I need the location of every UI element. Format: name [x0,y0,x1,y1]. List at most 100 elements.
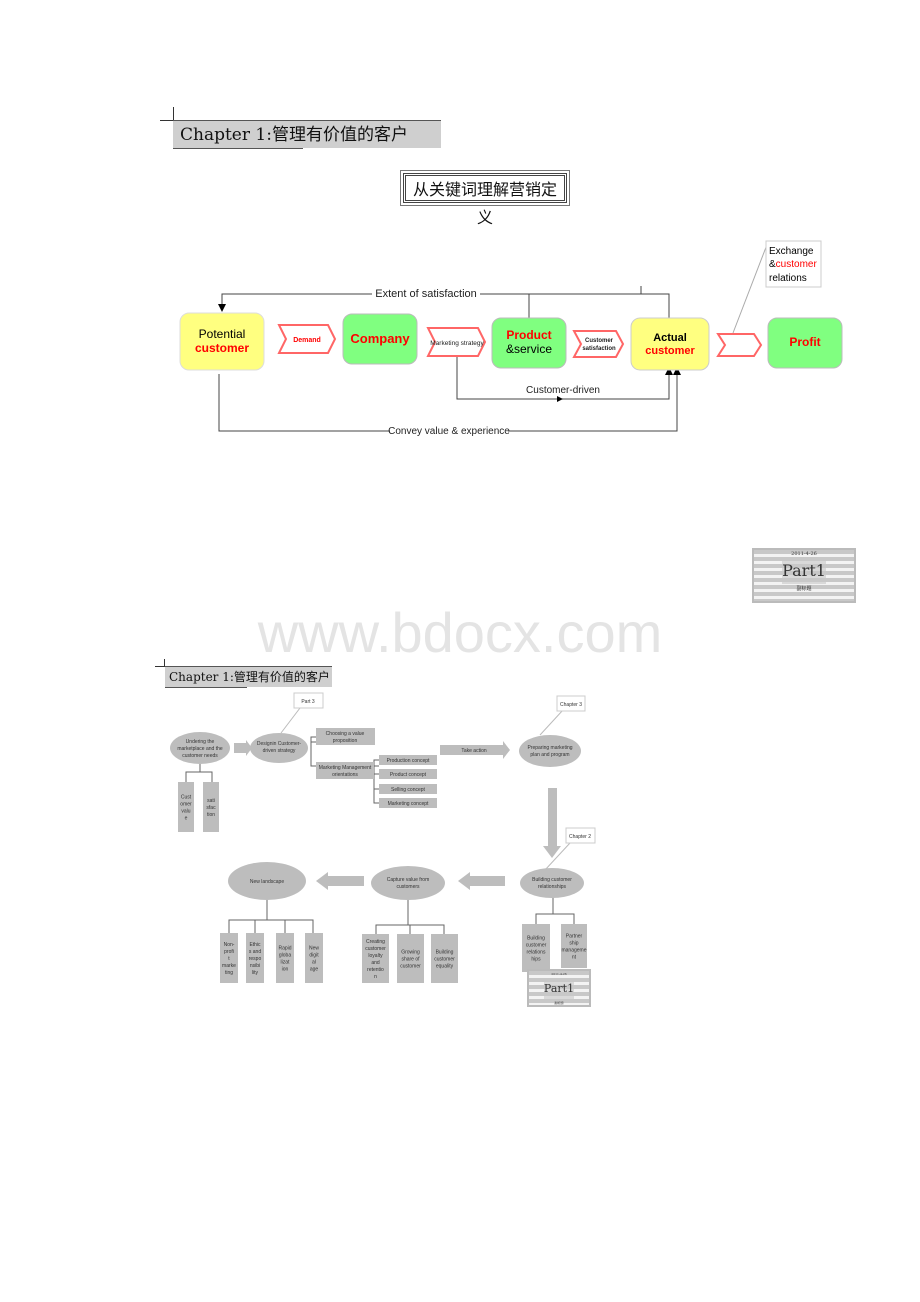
stamp-date: 2011-4-26 [551,972,567,976]
svg-text:marketplace and the: marketplace and the [177,746,223,752]
box-text: Building [436,950,454,956]
box-satisfaction: satisfaction [203,782,219,832]
svg-text:driven strategy: driven strategy [263,748,296,754]
box-growing-share: Growingshare ofcustomer [397,934,424,983]
svg-text:Take action: Take action [461,748,487,754]
box-text: share of [401,957,420,963]
box-text: relations [527,950,546,956]
box-text: al [312,960,316,966]
box-text: e [185,816,188,822]
box-text: hips [531,957,541,963]
svg-text:orientations: orientations [332,772,358,778]
box-production: Production concept [379,755,437,765]
box-text: Creating [366,939,385,945]
box-text: s and [249,949,261,955]
box-text: n [374,974,377,980]
svg-text:Capture value from: Capture value from [387,877,430,883]
node-designing: Designin Customer- driven strategy [250,733,308,763]
box-text: New [309,946,319,952]
box-building-equality: Buildingcustomerequality [431,934,458,983]
svg-text:Choosing a value: Choosing a value [326,731,365,737]
callout-chapter2: Chapter 2 [565,827,596,844]
box-partnership-management: Partnershipmanagement [561,924,587,968]
svg-text:customers: customers [396,884,420,890]
stamp-label: Part1 [543,979,575,999]
box-text: digit [309,953,319,959]
box-text: loyalty [368,953,383,959]
stamp-subtitle: 副标题 [554,1001,564,1005]
box-text: and [371,960,380,966]
box-text: age [310,967,319,973]
box-text: Building [527,936,545,942]
node-undering: Undering the marketplace and the custome… [170,732,230,764]
svg-text:customer needs: customer needs [182,753,218,759]
svg-text:relationships: relationships [538,884,567,890]
box-text: customer [434,957,455,963]
svg-text:Product concept: Product concept [390,772,427,778]
box-text: ship [569,941,578,947]
box-text: retentio [367,967,384,973]
svg-text:Undering the: Undering the [186,739,215,745]
box-text: Growing [401,950,420,956]
box-product: Product concept [379,769,437,779]
arrow-down [543,788,561,858]
box-text: Partner [566,934,583,940]
box-text: sfac [206,805,216,811]
box-selling: Selling concept [379,784,437,794]
box-text: nsibi [250,963,260,969]
box-marketing: Marketing concept [379,798,437,808]
svg-text:Production concept: Production concept [387,758,430,764]
box-text: manageme [561,948,586,954]
box-text: ting [225,970,233,976]
box-text: ion [282,967,289,973]
node-preparing: Preparing marketing plan and program [519,735,581,767]
box-choosing: Choosing a valueproposition [316,728,375,745]
node-capture-value: Capture value from customers [371,866,445,900]
arrow-left-1 [458,872,505,890]
box-text: lity [252,970,259,976]
svg-text:plan and program: plan and program [530,752,569,758]
box-ethics: Ethics andresponsibility [246,933,264,983]
box-text: customer [365,946,386,952]
box-rapid-globalisation: Rapidglobalization [276,933,294,983]
box-non-profit: Non-profitmarketing [220,933,238,983]
box-text: nt [572,955,577,961]
part-stamp-2: 2011-4-26 Part1 副标题 [527,969,591,1007]
arrow-left-2 [316,872,364,890]
svg-text:Building customer: Building customer [532,877,572,883]
box-creating-loyalty: Creatingcustomerloyaltyandretention [362,934,389,983]
svg-text:Designin Customer-: Designin Customer- [257,741,302,747]
box-text: lizat [281,960,291,966]
box-text: Ethic [249,942,261,948]
box-text: marke [222,963,236,969]
node-new-landscape: New landscape [228,862,306,900]
box-text: omer [180,802,192,808]
box-text: valu [181,809,190,815]
svg-text:Chapter 2: Chapter 2 [569,834,591,840]
svg-text:Preparing marketing: Preparing marketing [527,745,572,751]
box-customer-value: Customervalue [178,782,194,832]
node-building-relationships: Building customer relationships [520,868,584,898]
svg-text:Marketing concept: Marketing concept [388,801,429,807]
callout-part3: Part 3 [293,692,324,709]
box-new-digital-age: Newdigitalage [305,933,323,983]
svg-text:Chapter 3: Chapter 3 [560,702,582,708]
box-text: tion [207,812,215,818]
tree-connectors [185,736,575,934]
arrow-right-1 [234,740,252,756]
svg-text:Part 3: Part 3 [301,699,315,705]
box-text: customer [526,943,547,949]
box-building-customer-relationships: Buildingcustomerrelationships [522,924,550,972]
box-text: equality [436,964,454,970]
box-text: customer [400,964,421,970]
svg-text:New landscape: New landscape [250,879,284,885]
chapter-flow-diagram: Undering the marketplace and the custome… [170,692,596,983]
box-text: respo [249,956,262,962]
svg-text:proposition: proposition [333,738,358,744]
box-text: Cust [181,795,192,801]
svg-text:Marketing Management: Marketing Management [319,765,372,771]
box-text: profi [224,949,234,955]
callout-chapter3: Chapter 3 [556,695,586,712]
svg-text:Selling concept: Selling concept [391,787,426,793]
box-mm-orientations: Marketing Managementorientations [316,762,374,779]
